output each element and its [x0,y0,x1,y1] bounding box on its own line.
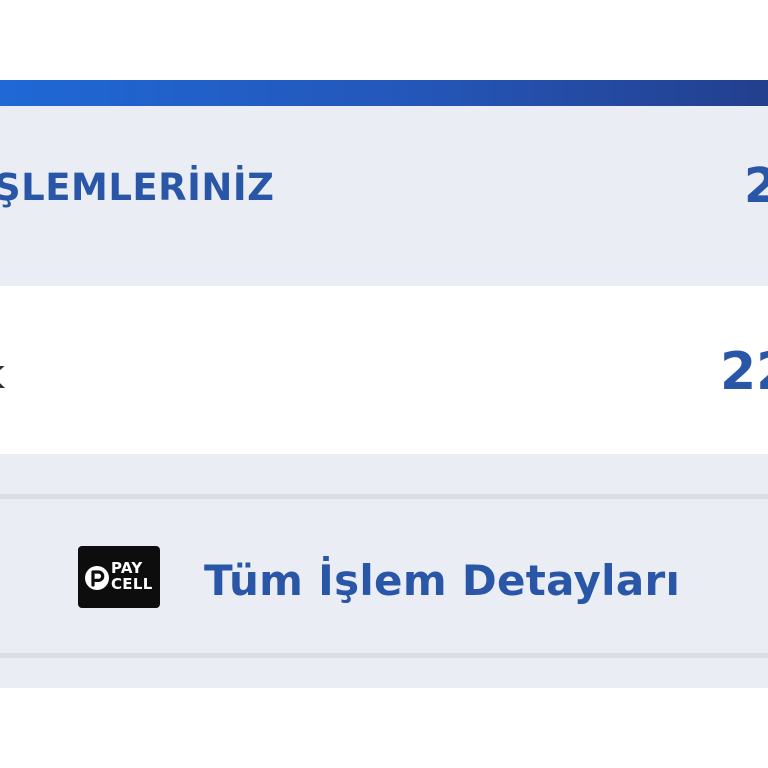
transaction-row[interactable] [0,286,768,454]
transactions-panel: ŞLEMLERİNİZ 2 k 22 PAY CELL Tüm İşlem De… [0,0,768,768]
all-transaction-details-link[interactable]: Tüm İşlem Detayları [204,556,680,605]
paycell-p-icon [85,566,109,590]
section-spacer [0,454,768,494]
paycell-logo[interactable]: PAY CELL [78,546,160,608]
transaction-row-value: 22 [720,342,768,402]
paycell-wordmark-line2: CELL [111,575,153,593]
summary-title: ŞLEMLERİNİZ [0,166,275,209]
header-accent-bar [0,80,768,106]
bottom-spacer [0,658,768,688]
paycell-wordmark: PAY CELL [111,560,153,592]
paycell-wordmark-line1: PAY [111,559,143,577]
summary-total: 2 [744,158,768,214]
transaction-row-label: k [0,352,5,398]
